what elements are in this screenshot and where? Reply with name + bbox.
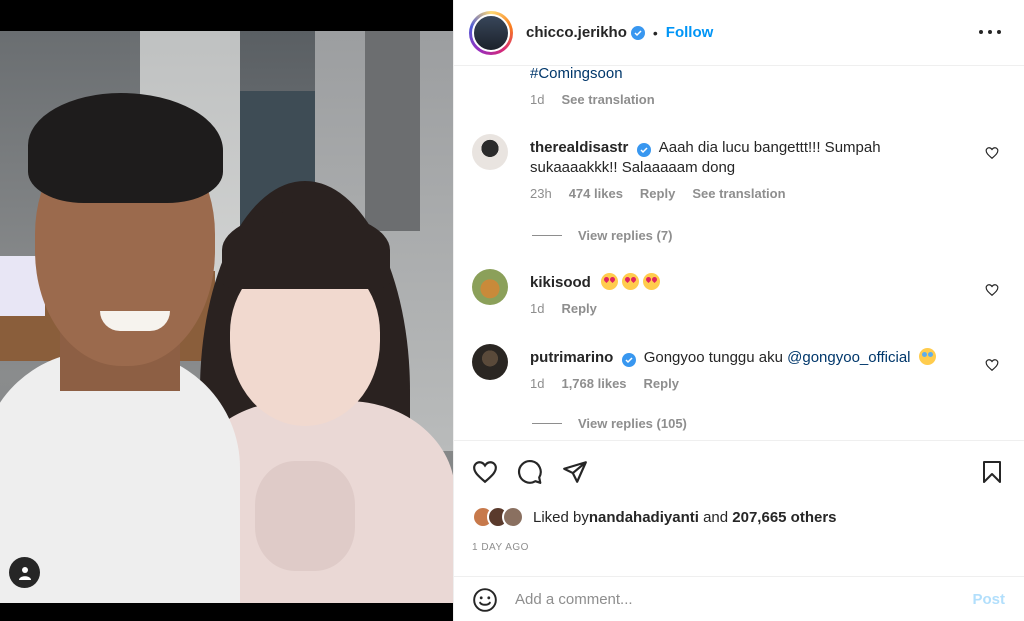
likes-count[interactable]: 207,665 others [732,509,836,526]
see-translation-button[interactable]: See translation [692,186,785,201]
view-replies-label: View replies (105) [578,416,687,431]
caption-text: #Comingsoon [530,66,623,84]
comment-username[interactable]: kikisood [530,274,591,291]
post-panel: chicco.jerikho • Follow #Comingsoon 1d S… [453,0,1024,621]
liker-avatars[interactable] [472,506,524,528]
share-send-icon[interactable] [561,458,588,485]
liker-username[interactable]: nandahadiyanti [589,509,699,526]
post-actions: Liked by nandahadiyanti and 207,665 othe… [454,440,1024,621]
author-avatar [472,13,510,52]
view-replies-button[interactable]: View replies (7) [532,228,672,243]
like-comment-heart-icon[interactable] [985,283,999,297]
comment-text: Gongyoo tunggu aku [643,349,788,366]
comment-input[interactable] [515,591,945,608]
likes-middle: and [698,508,733,526]
commenter-avatar[interactable] [472,269,508,305]
comment-age: 23h [530,186,552,201]
comment-bubble-icon[interactable] [516,458,543,485]
verified-badge-icon [636,143,651,157]
likes-prefix: Liked by [533,508,589,526]
follow-button[interactable]: Follow [666,24,714,41]
mention-link[interactable]: @gongyoo_official [787,349,910,366]
post-photo[interactable] [0,0,453,621]
commenter-avatar[interactable] [472,134,508,170]
author-avatar-ring[interactable] [469,10,513,55]
comment-username[interactable]: therealdisastr [530,139,628,156]
comment-likes[interactable]: 1,768 likes [561,376,626,391]
view-replies-button[interactable]: View replies (105) [532,416,687,431]
separator-dot: • [652,24,658,41]
comments-list[interactable]: #Comingsoon 1d See translation therealdi… [454,66,1024,440]
post-timestamp[interactable]: 1 DAY AGO [472,542,529,553]
heart-eyes-emoji [601,273,619,290]
reply-button[interactable]: Reply [640,186,675,201]
likes-summary: Liked by nandahadiyanti and 207,665 othe… [472,506,837,528]
heart-eyes-emoji [643,273,661,290]
like-comment-heart-icon[interactable] [985,358,999,372]
emoji-picker-icon[interactable] [472,587,498,613]
commenter-avatar[interactable] [472,344,508,380]
crying-emoji [918,348,936,365]
view-replies-label: View replies (7) [578,228,673,243]
bookmark-icon[interactable] [978,458,1005,485]
tagged-users-button[interactable] [9,557,40,588]
caption-meta: 1d See translation [530,92,655,107]
reply-button[interactable]: Reply [644,376,679,391]
comment-age: 1d [530,301,545,316]
post-header: chicco.jerikho • Follow [454,0,1024,66]
post-comment-button[interactable]: Post [972,591,1005,608]
user-icon [18,566,31,580]
caption-age: 1d [530,92,545,107]
reply-button[interactable]: Reply [561,301,596,316]
caption-hashtag[interactable]: #Comingsoon [530,66,623,82]
like-heart-icon[interactable] [471,458,498,485]
add-comment-bar: Post [454,576,1024,621]
photo-image [0,31,453,603]
more-options-icon[interactable] [979,22,1001,42]
author-username[interactable]: chicco.jerikho [526,24,627,41]
verified-badge-icon [630,25,645,40]
caption-see-translation[interactable]: See translation [561,92,654,107]
verified-badge-icon [621,353,636,367]
comment-username[interactable]: putrimarino [530,349,613,366]
comment-age: 1d [530,376,545,391]
like-comment-heart-icon[interactable] [985,146,999,160]
heart-eyes-emoji [622,273,640,290]
comment-likes[interactable]: 474 likes [569,186,623,201]
